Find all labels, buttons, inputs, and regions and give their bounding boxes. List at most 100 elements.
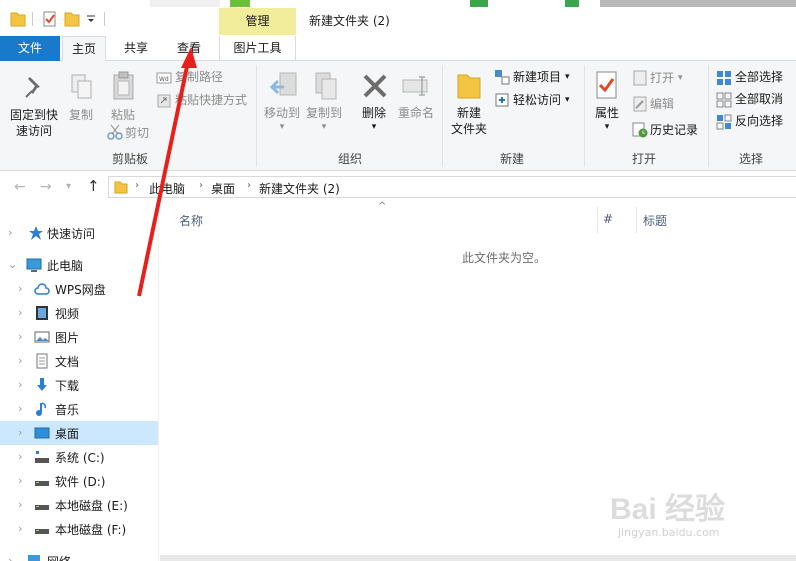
- chevron-down-icon: ▾: [565, 95, 570, 105]
- properties-icon[interactable]: [42, 10, 58, 28]
- customize-dropdown-icon[interactable]: [86, 14, 96, 24]
- nav-item-pictures[interactable]: › 图片: [0, 325, 158, 349]
- column-header-title[interactable]: 标题: [643, 212, 667, 229]
- breadcrumb-current-folder[interactable]: 新建文件夹 (2): [259, 180, 340, 197]
- nav-label: WPS网盘: [55, 283, 106, 297]
- new-folder-icon[interactable]: [64, 10, 80, 28]
- watermark-url: jingyan.baidu.com: [618, 526, 720, 539]
- chevron-down-icon: ▾: [321, 122, 327, 132]
- chevron-right-icon[interactable]: ›: [18, 402, 22, 415]
- chevron-right-icon[interactable]: ›: [18, 522, 22, 535]
- chevron-right-icon[interactable]: ›: [18, 354, 22, 367]
- breadcrumb-this-pc[interactable]: 此电脑: [149, 180, 185, 197]
- column-header-name[interactable]: 名称: [179, 212, 203, 229]
- nav-item-desktop[interactable]: › 桌面: [0, 421, 158, 445]
- pane-splitter[interactable]: [158, 203, 159, 561]
- context-tab-manage[interactable]: 管理: [219, 8, 296, 35]
- nav-label: 文档: [55, 355, 80, 369]
- chevron-right-icon[interactable]: ›: [18, 474, 22, 487]
- background-stripe: [470, 0, 488, 7]
- pin-label-line1: 固定到快: [9, 108, 58, 122]
- chevron-right-icon[interactable]: ›: [18, 498, 22, 511]
- column-header-number[interactable]: #: [603, 212, 613, 226]
- nav-item-network[interactable]: › 网络: [0, 549, 158, 561]
- chevron-down-icon: ▾: [279, 122, 285, 132]
- open-button[interactable]: 打开: [650, 70, 674, 86]
- forward-arrow-icon[interactable]: →: [40, 179, 52, 195]
- chevron-right-icon[interactable]: ›: [18, 306, 22, 319]
- recent-locations-chevron-icon[interactable]: ▾: [66, 181, 71, 192]
- column-divider[interactable]: [636, 207, 637, 233]
- tab-home[interactable]: 主页: [62, 36, 106, 62]
- back-arrow-icon[interactable]: ←: [14, 179, 26, 195]
- nav-item-quick-access[interactable]: › 快速访问: [0, 221, 158, 245]
- chevron-right-icon[interactable]: ›: [8, 226, 12, 239]
- network-icon: [28, 555, 40, 561]
- edit-icon: [633, 96, 647, 112]
- select-none-button[interactable]: 全部取消: [735, 91, 783, 107]
- address-bar[interactable]: › 此电脑 › 桌面 › 新建文件夹 (2): [108, 176, 796, 198]
- paste-icon: [113, 71, 134, 100]
- pin-to-quick-access-button[interactable]: 固定到快 速访问: [6, 107, 62, 139]
- history-button[interactable]: 历史记录: [650, 122, 698, 138]
- pin-label-line2: 速访问: [15, 124, 52, 138]
- drive-icon: [35, 529, 49, 534]
- nav-item-videos[interactable]: › 视频: [0, 301, 158, 325]
- nav-item-downloads[interactable]: › 下载: [0, 373, 158, 397]
- delete-icon: [363, 74, 387, 98]
- paste-shortcut-button[interactable]: 粘贴快捷方式: [175, 92, 247, 108]
- chevron-right-icon[interactable]: ›: [8, 554, 12, 561]
- cut-button[interactable]: 剪切: [125, 125, 149, 141]
- nav-label: 图片: [55, 331, 80, 345]
- up-arrow-icon[interactable]: ↑: [87, 177, 100, 195]
- paste-button[interactable]: 粘贴: [106, 107, 140, 123]
- breadcrumb-separator-icon: ›: [247, 180, 251, 191]
- chevron-right-icon[interactable]: ›: [18, 426, 22, 439]
- rename-button[interactable]: 重命名: [396, 105, 436, 121]
- nav-item-this-pc[interactable]: ⌄ 此电脑: [0, 253, 158, 277]
- nav-label: 视频: [55, 307, 80, 321]
- horizontal-scrollbar[interactable]: [160, 555, 796, 561]
- chevron-right-icon[interactable]: ›: [18, 450, 22, 463]
- invert-selection-button[interactable]: 反向选择: [735, 113, 783, 129]
- breadcrumb-desktop[interactable]: 桌面: [211, 180, 235, 197]
- chevron-down-icon: ▾: [565, 72, 570, 82]
- copy-path-button[interactable]: 复制路径: [175, 69, 223, 85]
- title-bar: 管理 新建文件夹 (2): [0, 0, 796, 36]
- music-icon: [36, 402, 47, 416]
- nav-item-documents[interactable]: › 文档: [0, 349, 158, 373]
- group-separator: [256, 65, 257, 167]
- chevron-down-icon[interactable]: ⌄: [8, 258, 17, 271]
- nav-item-music[interactable]: › 音乐: [0, 397, 158, 421]
- tab-share[interactable]: 共享: [113, 36, 159, 61]
- nav-item-drive-f[interactable]: › 本地磁盘 (F:): [0, 517, 158, 541]
- new-item-button[interactable]: 新建项目: [513, 69, 561, 85]
- nav-item-drive-e[interactable]: › 本地磁盘 (E:): [0, 493, 158, 517]
- picture-icon: [34, 331, 50, 343]
- new-folder-button[interactable]: 新建 文件夹: [448, 105, 490, 137]
- rename-icon: [402, 76, 428, 96]
- pin-icon: [25, 77, 40, 98]
- tab-view[interactable]: 查看: [166, 36, 212, 61]
- tab-file[interactable]: 文件: [0, 36, 60, 61]
- copy-button[interactable]: 复制: [64, 107, 98, 123]
- nav-label: 网络: [47, 553, 71, 561]
- scissors-icon: [107, 124, 123, 140]
- desktop-icon: [34, 427, 50, 439]
- nav-label: 软件 (D:): [55, 475, 106, 489]
- nav-item-wps-drive[interactable]: › WPS网盘: [0, 277, 158, 301]
- nav-item-drive-c[interactable]: › 系统 (C:): [0, 445, 158, 469]
- watermark: Bai 经验 jingyan.baidu.com: [610, 478, 790, 548]
- chevron-right-icon[interactable]: ›: [18, 378, 22, 391]
- nav-item-drive-d[interactable]: › 软件 (D:): [0, 469, 158, 493]
- chevron-right-icon[interactable]: ›: [18, 282, 22, 295]
- group-label-new: 新建: [499, 152, 524, 166]
- easy-access-button[interactable]: 轻松访问: [513, 92, 561, 108]
- select-all-button[interactable]: 全部选择: [735, 69, 783, 85]
- column-divider[interactable]: [597, 207, 598, 233]
- chevron-right-icon[interactable]: ›: [18, 330, 22, 343]
- tab-picture-tools[interactable]: 图片工具: [219, 36, 296, 61]
- watermark-brand: Bai 经验: [610, 493, 726, 526]
- move-to-icon: [270, 72, 297, 96]
- edit-button[interactable]: 编辑: [650, 96, 674, 112]
